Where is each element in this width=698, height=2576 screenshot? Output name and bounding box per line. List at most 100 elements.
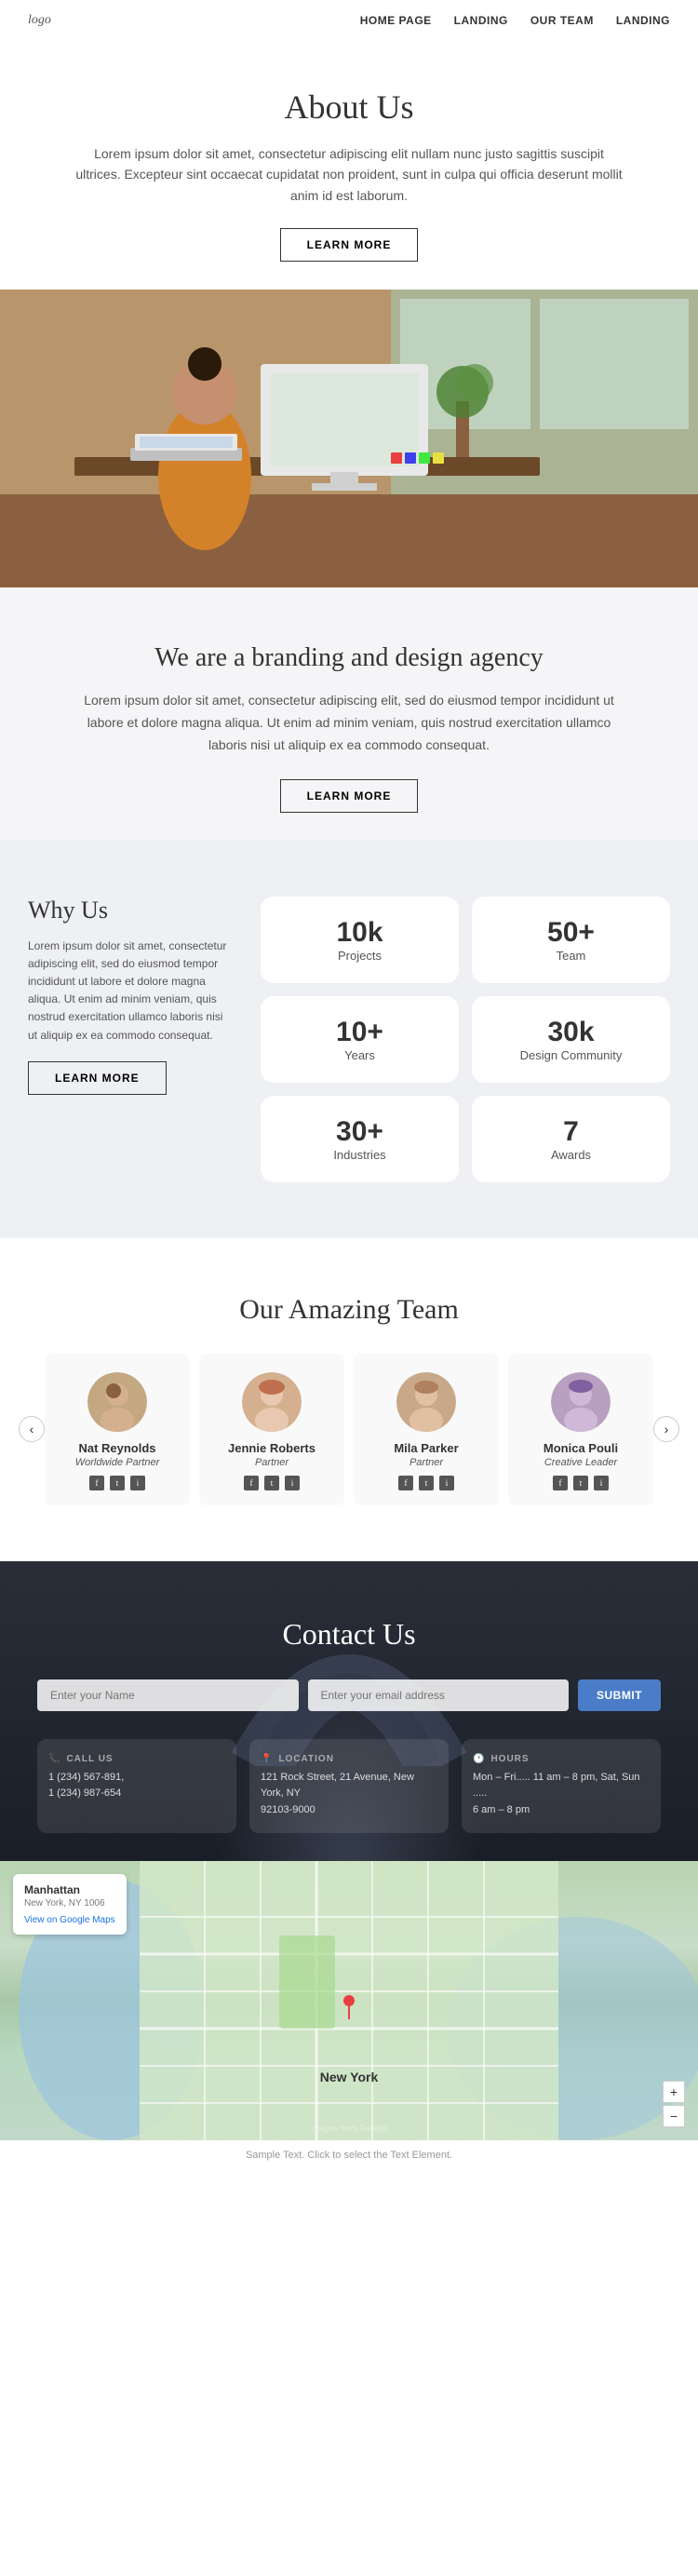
contact-hours-title: 🕐 HOURS bbox=[473, 1754, 650, 1764]
contact-name-input[interactable] bbox=[37, 1679, 299, 1711]
stat-team-label: Team bbox=[487, 949, 655, 963]
contact-inner: Contact Us SUBMIT 📞 CALL US 1 (234) 567-… bbox=[37, 1617, 661, 1862]
branding-learn-more-button[interactable]: LEARN MORE bbox=[280, 779, 419, 813]
social-icons-monica: f t i bbox=[519, 1476, 642, 1490]
map-view-link[interactable]: View on Google Maps bbox=[24, 1915, 115, 1925]
team-section: Our Amazing Team ‹ Nat Reynolds Worldwid… bbox=[0, 1238, 698, 1561]
social-icons-nat: f t i bbox=[56, 1476, 179, 1490]
team-role-mila: Partner bbox=[365, 1457, 488, 1468]
avatar-nat bbox=[87, 1372, 147, 1432]
team-card-monica: Monica Pouli Creative Leader f t i bbox=[508, 1354, 653, 1505]
stat-industries-label: Industries bbox=[275, 1148, 444, 1162]
team-card-jennie: Jennie Roberts Partner f t i bbox=[199, 1354, 344, 1505]
stat-awards: 7 Awards bbox=[472, 1096, 670, 1182]
stat-years: 10+ Years bbox=[261, 996, 459, 1083]
stat-years-num: 10+ bbox=[275, 1017, 444, 1048]
team-name-mila: Mila Parker bbox=[365, 1441, 488, 1455]
nav-homepage[interactable]: HOME PAGE bbox=[360, 14, 432, 27]
facebook-icon-mila[interactable]: f bbox=[398, 1476, 413, 1490]
avatar-mila bbox=[396, 1372, 456, 1432]
nav-landing1[interactable]: LANDING bbox=[454, 14, 508, 27]
contact-title: Contact Us bbox=[37, 1617, 661, 1652]
why-us-section: Why Us Lorem ipsum dolor sit amet, conse… bbox=[0, 841, 698, 1238]
contact-call-title: 📞 CALL US bbox=[48, 1754, 225, 1764]
avatar-monica bbox=[551, 1372, 611, 1432]
team-title: Our Amazing Team bbox=[19, 1294, 679, 1326]
branding-title: We are a branding and design agency bbox=[74, 643, 624, 673]
instagram-icon-mila[interactable]: i bbox=[439, 1476, 454, 1490]
freepik-attribution: Images from Freepik bbox=[311, 2124, 388, 2133]
nav-links: HOME PAGE LANDING OUR TEAM LANDING bbox=[360, 14, 670, 27]
stat-community: 30k Design Community bbox=[472, 996, 670, 1083]
social-icons-mila: f t i bbox=[365, 1476, 488, 1490]
footer-sample-text: Sample Text. Click to select the Text El… bbox=[246, 2150, 452, 2161]
navbar: logo HOME PAGE LANDING OUR TEAM LANDING bbox=[0, 0, 698, 41]
stat-awards-label: Awards bbox=[487, 1148, 655, 1162]
contact-call-content: 1 (234) 567-891, 1 (234) 987-654 bbox=[48, 1770, 225, 1802]
stat-years-label: Years bbox=[275, 1048, 444, 1062]
instagram-icon-nat[interactable]: i bbox=[130, 1476, 145, 1490]
contact-hours-content: Mon – Fri..... 11 am – 8 pm, Sat, Sun ..… bbox=[473, 1770, 650, 1819]
stat-community-num: 30k bbox=[487, 1017, 655, 1048]
stat-community-label: Design Community bbox=[487, 1048, 655, 1062]
nav-ourteam[interactable]: OUR TEAM bbox=[530, 14, 594, 27]
contact-email-input[interactable] bbox=[308, 1679, 570, 1711]
map-info-box: Manhattan New York, NY 1006 View on Goog… bbox=[13, 1874, 127, 1935]
branding-body: Lorem ipsum dolor sit amet, consectetur … bbox=[74, 690, 624, 756]
contact-location-content: 121 Rock Street, 21 Avenue, New York, NY… bbox=[261, 1770, 437, 1819]
nav-landing2[interactable]: LANDING bbox=[616, 14, 670, 27]
facebook-icon-jennie[interactable]: f bbox=[244, 1476, 259, 1490]
contact-submit-button[interactable]: SUBMIT bbox=[578, 1679, 661, 1711]
about-learn-more-button[interactable]: LEARN MORE bbox=[280, 228, 419, 262]
team-cards: Nat Reynolds Worldwide Partner f t i bbox=[45, 1354, 653, 1505]
hours-icon: 🕐 bbox=[473, 1754, 485, 1764]
stat-team-num: 50+ bbox=[487, 917, 655, 949]
why-us-left: Why Us Lorem ipsum dolor sit amet, conse… bbox=[28, 897, 233, 1182]
hero-svg bbox=[0, 290, 698, 587]
phone-icon: 📞 bbox=[48, 1754, 60, 1764]
stats-grid: 10k Projects 50+ Team 10+ Years 30k Desi… bbox=[261, 897, 670, 1182]
team-name-jennie: Jennie Roberts bbox=[210, 1441, 333, 1455]
team-name-nat: Nat Reynolds bbox=[56, 1441, 179, 1455]
contact-form: SUBMIT bbox=[37, 1679, 661, 1711]
stat-awards-num: 7 bbox=[487, 1116, 655, 1148]
stat-projects-label: Projects bbox=[275, 949, 444, 963]
team-role-nat: Worldwide Partner bbox=[56, 1457, 179, 1468]
why-us-body: Lorem ipsum dolor sit amet, consectetur … bbox=[28, 937, 233, 1045]
facebook-icon-nat[interactable]: f bbox=[89, 1476, 104, 1490]
team-carousel: ‹ Nat Reynolds Worldwide Partner f t bbox=[19, 1354, 679, 1505]
contact-card-hours: 🕐 HOURS Mon – Fri..... 11 am – 8 pm, Sat… bbox=[462, 1739, 661, 1834]
avatar-jennie bbox=[242, 1372, 302, 1432]
team-card-mila: Mila Parker Partner f t i bbox=[354, 1354, 499, 1505]
carousel-prev-button[interactable]: ‹ bbox=[19, 1416, 45, 1442]
map-city-label: New York bbox=[320, 2070, 379, 2084]
team-name-monica: Monica Pouli bbox=[519, 1441, 642, 1455]
stat-projects-num: 10k bbox=[275, 917, 444, 949]
map-section: New York Manhattan New York, NY 1006 Vie… bbox=[0, 1861, 698, 2140]
instagram-icon-jennie[interactable]: i bbox=[285, 1476, 300, 1490]
why-us-learn-more-button[interactable]: LEARN MORE bbox=[28, 1061, 167, 1095]
carousel-next-button[interactable]: › bbox=[653, 1416, 679, 1442]
twitter-icon-jennie[interactable]: t bbox=[264, 1476, 279, 1490]
map-zoom-out-button[interactable]: − bbox=[663, 2105, 685, 2127]
contact-location-title: 📍 LOCATION bbox=[261, 1754, 437, 1764]
about-section: About Us Lorem ipsum dolor sit amet, con… bbox=[0, 41, 698, 290]
logo: logo bbox=[28, 13, 51, 28]
location-icon: 📍 bbox=[261, 1754, 273, 1764]
instagram-icon-monica[interactable]: i bbox=[594, 1476, 609, 1490]
twitter-icon-mila[interactable]: t bbox=[419, 1476, 434, 1490]
twitter-icon-nat[interactable]: t bbox=[110, 1476, 125, 1490]
stat-team: 50+ Team bbox=[472, 897, 670, 983]
why-us-title: Why Us bbox=[28, 897, 233, 924]
map-info-sub: New York, NY 1006 bbox=[24, 1898, 115, 1908]
contact-card-location: 📍 LOCATION 121 Rock Street, 21 Avenue, N… bbox=[249, 1739, 449, 1834]
branding-section: We are a branding and design agency Lore… bbox=[0, 587, 698, 840]
twitter-icon-monica[interactable]: t bbox=[573, 1476, 588, 1490]
stat-projects: 10k Projects bbox=[261, 897, 459, 983]
social-icons-jennie: f t i bbox=[210, 1476, 333, 1490]
team-role-jennie: Partner bbox=[210, 1457, 333, 1468]
facebook-icon-monica[interactable]: f bbox=[553, 1476, 568, 1490]
contact-card-call: 📞 CALL US 1 (234) 567-891, 1 (234) 987-6… bbox=[37, 1739, 236, 1834]
map-zoom-in-button[interactable]: + bbox=[663, 2081, 685, 2103]
about-body: Lorem ipsum dolor sit amet, consectetur … bbox=[74, 143, 624, 206]
